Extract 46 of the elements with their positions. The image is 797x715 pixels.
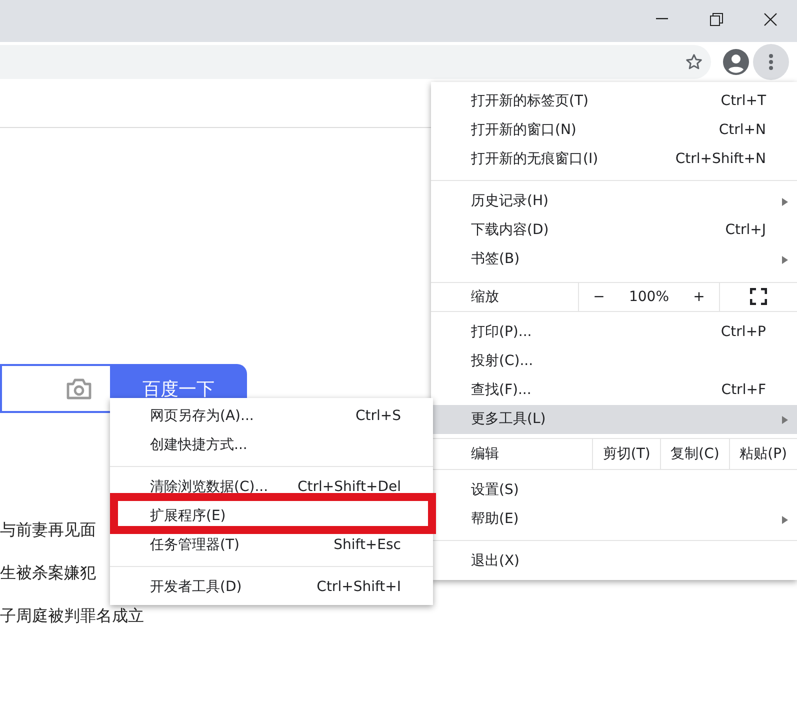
zoom-out-button[interactable]: − — [589, 288, 609, 304]
shortcut-label: Ctrl+Shift+I — [316, 579, 401, 595]
menu-item[interactable]: 打开新的窗口(N) Ctrl+N — [431, 116, 797, 144]
menu-item[interactable]: 打开新的标签页(T) Ctrl+T — [431, 86, 797, 116]
edit-label: 编辑 — [470, 444, 500, 464]
minimize-icon[interactable] — [656, 18, 668, 20]
menu-item[interactable]: 创建快捷方式... — [110, 430, 433, 460]
shortcut-label: Ctrl+S — [355, 408, 401, 424]
edit-button[interactable]: 粘贴(P) — [728, 438, 797, 468]
avatar-icon[interactable] — [723, 49, 749, 75]
menu-item[interactable]: 任务管理器(T) Shift+Esc — [110, 530, 433, 560]
menu-item[interactable]: 更多工具(L) — [431, 404, 797, 434]
menu-item[interactable]: 设置(S) — [431, 476, 797, 504]
zoom-level: 100% — [628, 288, 669, 304]
menu-item[interactable]: 退出(X) — [431, 546, 797, 576]
shortcut-label: Ctrl+T — [720, 93, 766, 109]
fullscreen-icon[interactable] — [750, 288, 767, 305]
menu-button[interactable] — [753, 44, 789, 80]
shortcut-label: Ctrl+F — [721, 382, 766, 398]
news-link[interactable]: 与前妻再见面 — [0, 519, 96, 541]
close-icon[interactable] — [764, 12, 776, 26]
zoom-label: 缩放 — [470, 288, 500, 306]
shortcut-label: Ctrl+Shift+Del — [298, 479, 401, 495]
menu-item[interactable]: 查找(F)... Ctrl+F — [431, 376, 797, 404]
edit-button[interactable]: 剪切(T) — [592, 438, 660, 468]
news-link[interactable]: 生被杀案嫌犯 — [0, 562, 96, 584]
zoom-in-button[interactable]: + — [689, 288, 709, 304]
menu-item[interactable]: 下载内容(D) Ctrl+J — [431, 216, 797, 244]
shortcut-label: Ctrl+J — [725, 222, 766, 238]
shortcut-label: Shift+Esc — [334, 537, 401, 553]
edit-button[interactable]: 复制(C) — [660, 438, 729, 468]
shortcut-label: Ctrl+P — [720, 324, 766, 340]
star-icon[interactable] — [685, 53, 703, 71]
news-link[interactable]: 子周庭被判罪名成立 — [0, 605, 144, 627]
shortcut-label: Ctrl+N — [718, 122, 766, 138]
shortcut-label: Ctrl+Shift+N — [675, 151, 766, 167]
menu-item[interactable]: 开发者工具(D) Ctrl+Shift+I — [110, 572, 433, 602]
menu-item[interactable]: 投射(C)... — [431, 346, 797, 376]
menu-item[interactable]: 打开新的无痕窗口(I) Ctrl+Shift+N — [431, 144, 797, 174]
restore-icon[interactable] — [710, 12, 722, 26]
menu-item[interactable]: 打印(P)... Ctrl+P — [431, 318, 797, 346]
menu-item[interactable]: 书签(B) — [431, 244, 797, 274]
camera-icon[interactable] — [66, 378, 92, 400]
menu-icon — [769, 54, 773, 70]
menu-item[interactable]: 帮助(E) — [431, 504, 797, 534]
menu-item[interactable]: 历史记录(H) — [431, 186, 797, 216]
